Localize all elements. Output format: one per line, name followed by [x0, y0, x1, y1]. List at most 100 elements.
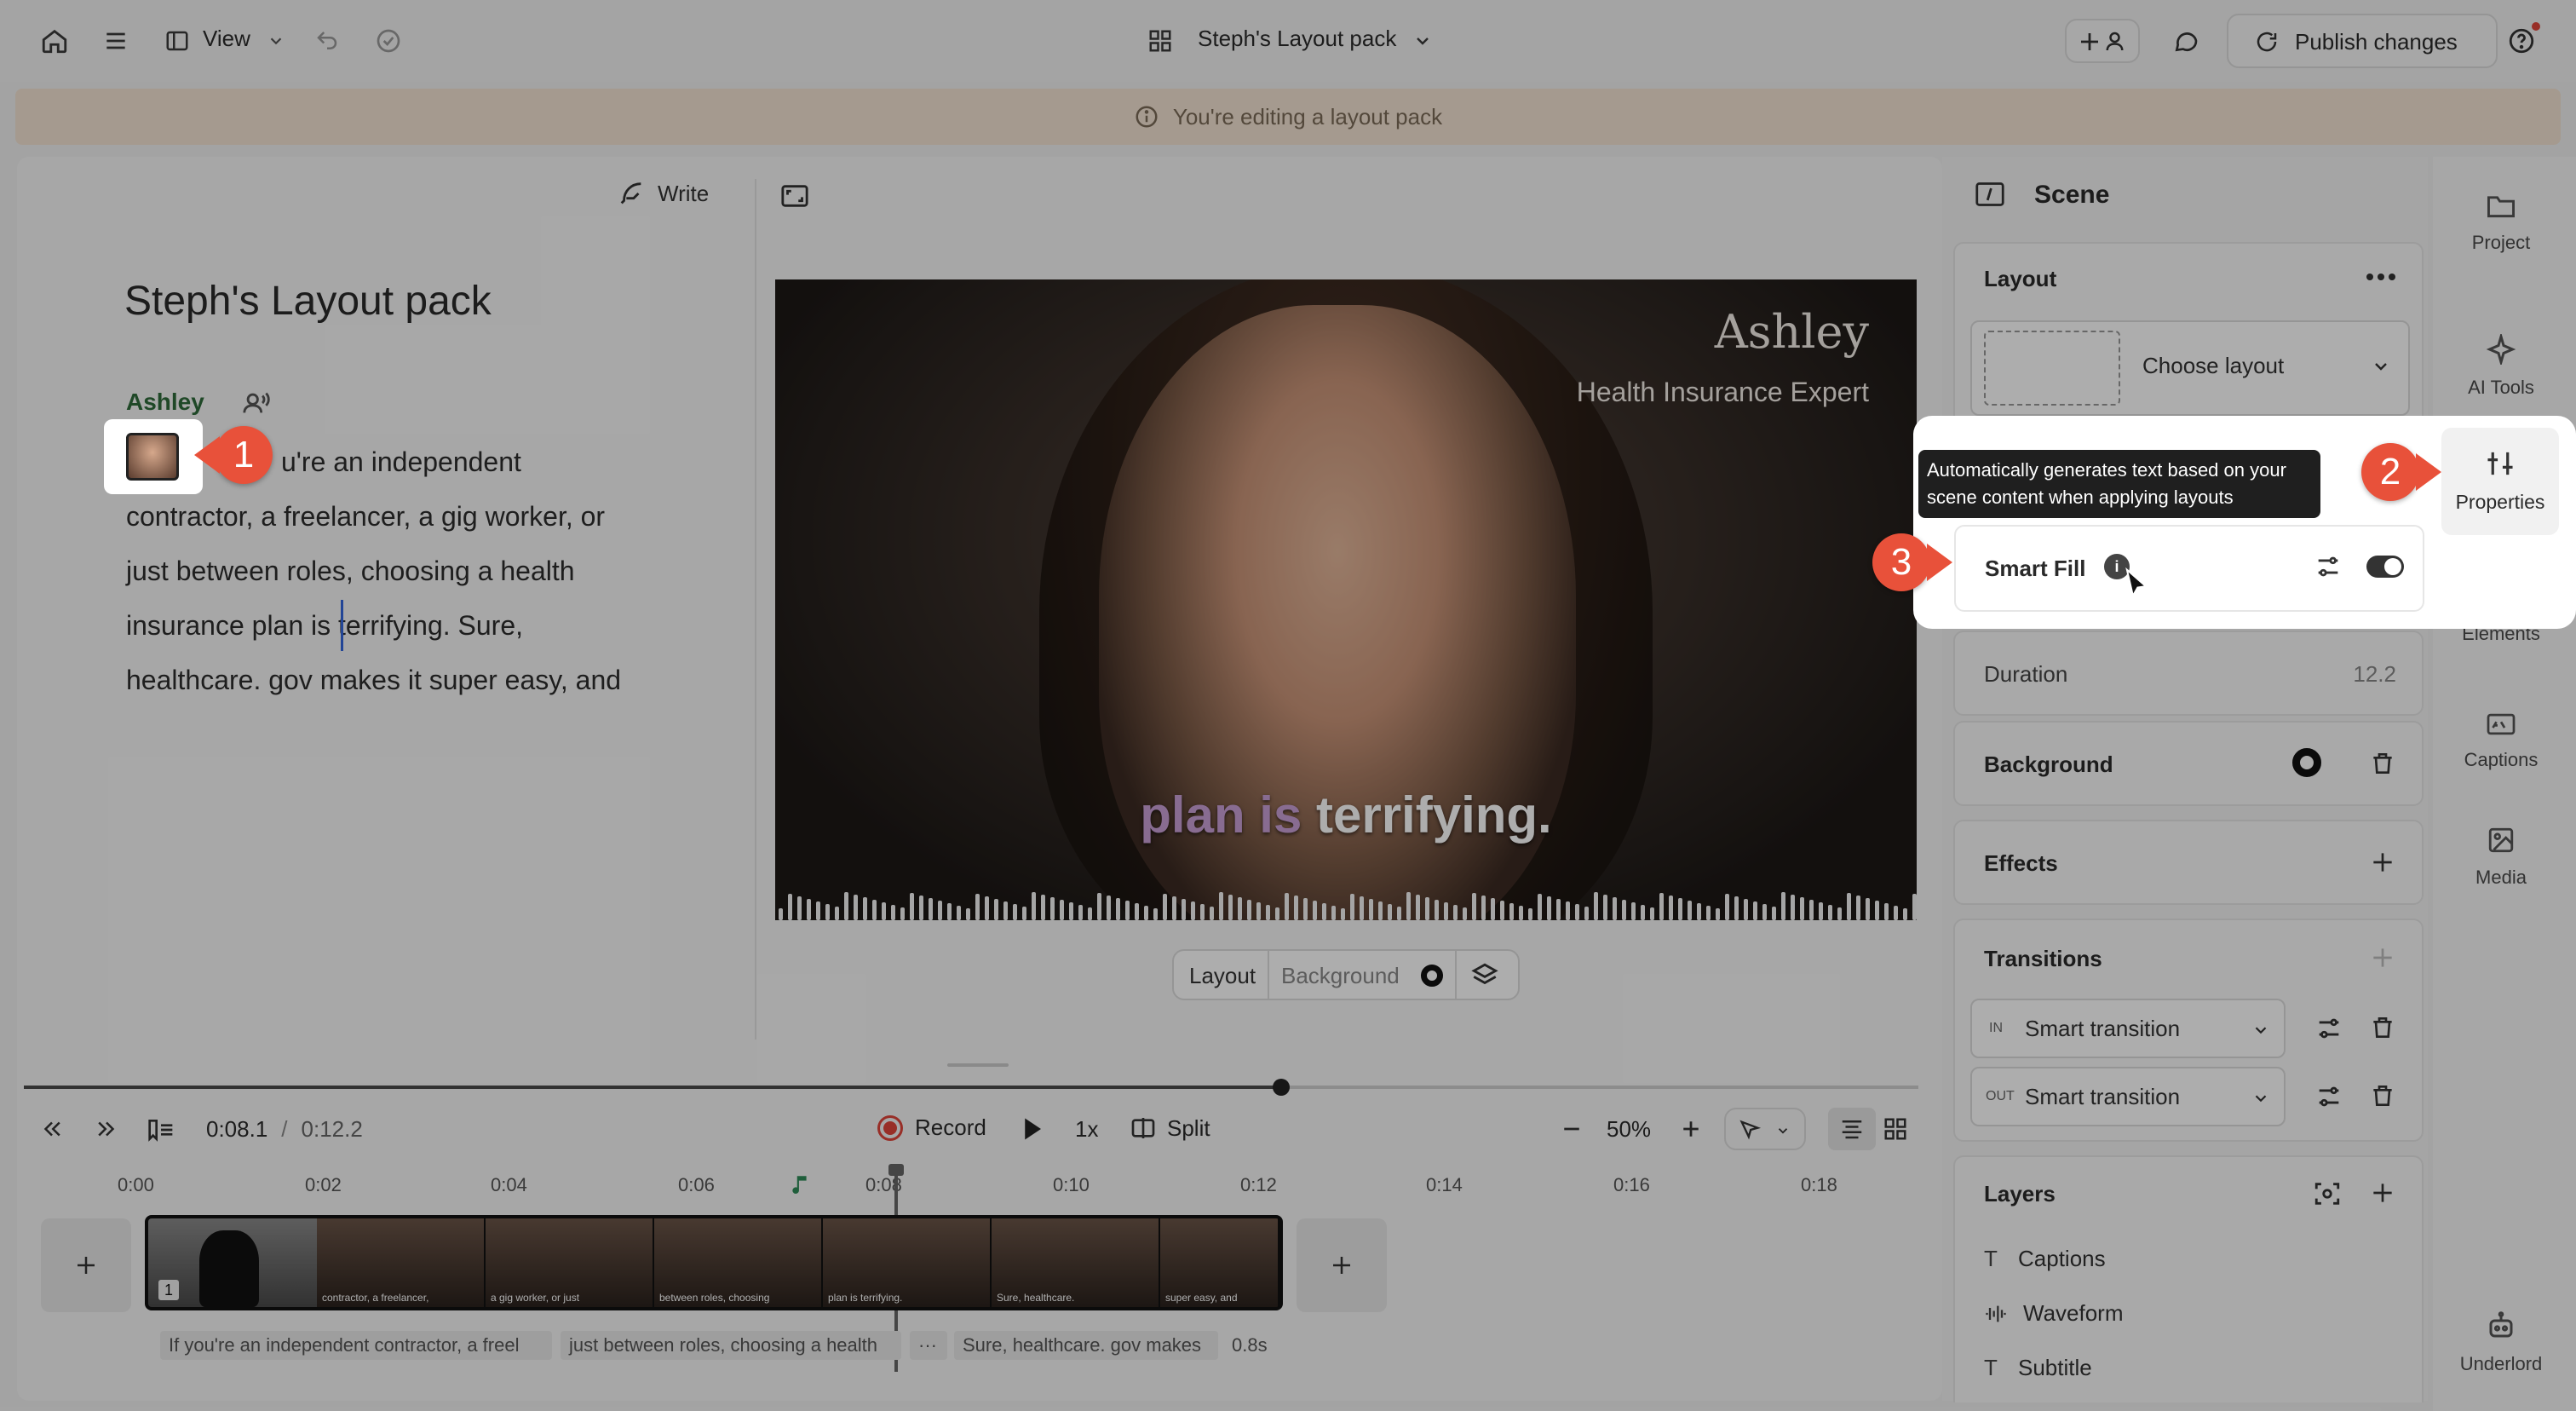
- expand-frame-icon[interactable]: [775, 179, 814, 213]
- transcript-line[interactable]: contractor, a freelancer, a gig worker, …: [126, 489, 756, 544]
- scene-clip[interactable]: contractor, a freelancer, a gig worker, …: [145, 1215, 1283, 1310]
- duration-value[interactable]: 12.2: [2353, 661, 2396, 688]
- write-button[interactable]: Write: [617, 179, 709, 208]
- chevron-down-icon: [2255, 1095, 2267, 1103]
- trash-icon[interactable]: [2369, 750, 2396, 777]
- layer-item-waveform[interactable]: Waveform: [1984, 1300, 2124, 1327]
- layout-placeholder-thumbnail: [1984, 331, 2120, 406]
- waveform-bar: [994, 899, 998, 920]
- layers-icon[interactable]: [1470, 961, 1499, 990]
- caption-chip[interactable]: If you're an independent contractor, a f…: [160, 1331, 552, 1360]
- waveform-layer-icon: [1986, 1305, 2006, 1322]
- trash-icon[interactable]: [2369, 1082, 2396, 1109]
- rail-underlord[interactable]: Underlord: [2447, 1309, 2556, 1375]
- layout-pack-banner: You're editing a layout pack: [15, 89, 2561, 145]
- transition-out-dropdown[interactable]: OUT Smart transition: [1970, 1067, 2286, 1126]
- ruler-tick: 0:06: [678, 1174, 715, 1195]
- layout-quick-button[interactable]: Layout: [1189, 963, 1256, 989]
- transition-in-dropdown[interactable]: IN Smart transition: [1970, 999, 2286, 1058]
- zoom-in-icon[interactable]: [1678, 1116, 1704, 1142]
- add-effect-icon[interactable]: [2369, 849, 2396, 876]
- chevron-down-icon[interactable]: [257, 22, 295, 60]
- home-icon[interactable]: [36, 22, 73, 60]
- transcript-text[interactable]: u're an independent contractor, a freela…: [126, 435, 756, 707]
- playback-remaining[interactable]: [1281, 1086, 1918, 1089]
- undo-icon[interactable]: [308, 22, 346, 60]
- grid-view-icon[interactable]: [1883, 1116, 1908, 1142]
- caption-highlight: plan is: [1140, 786, 1302, 844]
- chevron-down-icon[interactable]: [1404, 22, 1441, 60]
- grid-icon[interactable]: [1141, 22, 1179, 60]
- add-collaborator-button[interactable]: [2065, 19, 2140, 63]
- background-quick-button[interactable]: Background: [1281, 963, 1400, 989]
- sliders-icon[interactable]: [2314, 1014, 2343, 1043]
- sliders-icon[interactable]: [2314, 552, 2343, 581]
- waveform-bar: [947, 903, 952, 920]
- caption-chip-more[interactable]: ···: [910, 1331, 947, 1360]
- mouse-pointer-icon: [2125, 567, 2148, 598]
- speaker-voice-icon[interactable]: [242, 389, 271, 418]
- view-menu-button[interactable]: View: [203, 26, 250, 52]
- waveform-bar: [1688, 901, 1692, 920]
- background-swatch[interactable]: [2292, 748, 2321, 777]
- video-preview[interactable]: Ashley Health Insurance Expert plan is t…: [775, 279, 1917, 920]
- menu-icon[interactable]: [97, 22, 135, 60]
- panel-resize-handle[interactable]: [947, 1063, 1009, 1067]
- media-icon: [2447, 823, 2556, 857]
- transition-out-label: Smart transition: [2025, 1084, 2181, 1109]
- add-layer-icon[interactable]: [2369, 1179, 2396, 1207]
- sparkle-icon: [2447, 332, 2556, 366]
- rail-project[interactable]: Project: [2447, 189, 2556, 254]
- comment-icon[interactable]: [2167, 22, 2205, 60]
- duration-card: Duration 12.2: [1953, 631, 2424, 716]
- screenshot-icon[interactable]: [2313, 1179, 2342, 1208]
- transcript-line[interactable]: just between roles, choosing a health: [126, 544, 756, 598]
- rail-media[interactable]: Media: [2447, 823, 2556, 889]
- track-view-button[interactable]: [1828, 1108, 1876, 1150]
- clip-index-badge: 1: [158, 1280, 179, 1300]
- layer-item-subtitle[interactable]: T Subtitle: [1984, 1355, 2092, 1381]
- layer-item-captions[interactable]: T Captions: [1984, 1246, 2106, 1272]
- transcript-line[interactable]: healthcare. gov makes it super easy, and: [126, 653, 756, 707]
- speaker-avatar-thumbnail[interactable]: [126, 433, 179, 481]
- skip-forward-icon[interactable]: [92, 1116, 121, 1142]
- view-layout-icon[interactable]: [158, 22, 196, 60]
- more-options-icon[interactable]: [2366, 273, 2396, 281]
- background-color-swatch[interactable]: [1421, 965, 1443, 987]
- audio-waveform: [779, 892, 1917, 920]
- speaker-name[interactable]: Ashley: [126, 389, 204, 416]
- publish-changes-button[interactable]: Publish changes: [2227, 14, 2498, 68]
- add-transition-icon[interactable]: [2369, 944, 2396, 971]
- playhead-handle[interactable]: [888, 1164, 904, 1176]
- rail-captions[interactable]: Captions: [2447, 707, 2556, 771]
- record-button[interactable]: Record: [877, 1114, 986, 1141]
- play-icon[interactable]: [1021, 1116, 1044, 1142]
- caption-chip[interactable]: Sure, healthcare. gov makes: [954, 1331, 1218, 1360]
- playback-speed-button[interactable]: 1x: [1075, 1116, 1098, 1143]
- video-role-subtitle: Health Insurance Expert: [1576, 377, 1869, 407]
- playhead-knob[interactable]: [1273, 1079, 1290, 1096]
- split-button[interactable]: Split: [1130, 1114, 1210, 1142]
- smart-fill-toggle[interactable]: [2366, 556, 2404, 578]
- rail-ai-tools[interactable]: AI Tools: [2447, 332, 2556, 399]
- zoom-out-icon[interactable]: [1559, 1116, 1584, 1142]
- rail-properties[interactable]: Properties: [2441, 428, 2559, 535]
- add-scene-before-button[interactable]: [41, 1218, 131, 1312]
- choose-layout-dropdown[interactable]: Choose layout: [1970, 320, 2410, 416]
- sliders-icon[interactable]: [2314, 1082, 2343, 1111]
- transcript-line[interactable]: insurance plan is terrifying. Sure,: [126, 598, 756, 653]
- add-scene-after-button[interactable]: [1297, 1218, 1387, 1312]
- project-title[interactable]: Steph's Layout pack: [1198, 26, 1396, 52]
- waveform-bar: [1013, 904, 1017, 920]
- select-tool-button[interactable]: [1724, 1108, 1806, 1150]
- waveform-bar: [1182, 899, 1186, 920]
- playback-progress[interactable]: [24, 1086, 1281, 1089]
- caption-chip[interactable]: just between roles, choosing a health: [561, 1331, 901, 1360]
- help-icon[interactable]: [2503, 22, 2540, 60]
- waveform-bar: [1613, 897, 1617, 920]
- waveform-bar: [1734, 896, 1739, 920]
- chapters-icon[interactable]: [145, 1116, 177, 1143]
- skip-back-icon[interactable]: [37, 1116, 66, 1142]
- trash-icon[interactable]: [2369, 1014, 2396, 1041]
- document-title[interactable]: Steph's Layout pack: [124, 278, 492, 325]
